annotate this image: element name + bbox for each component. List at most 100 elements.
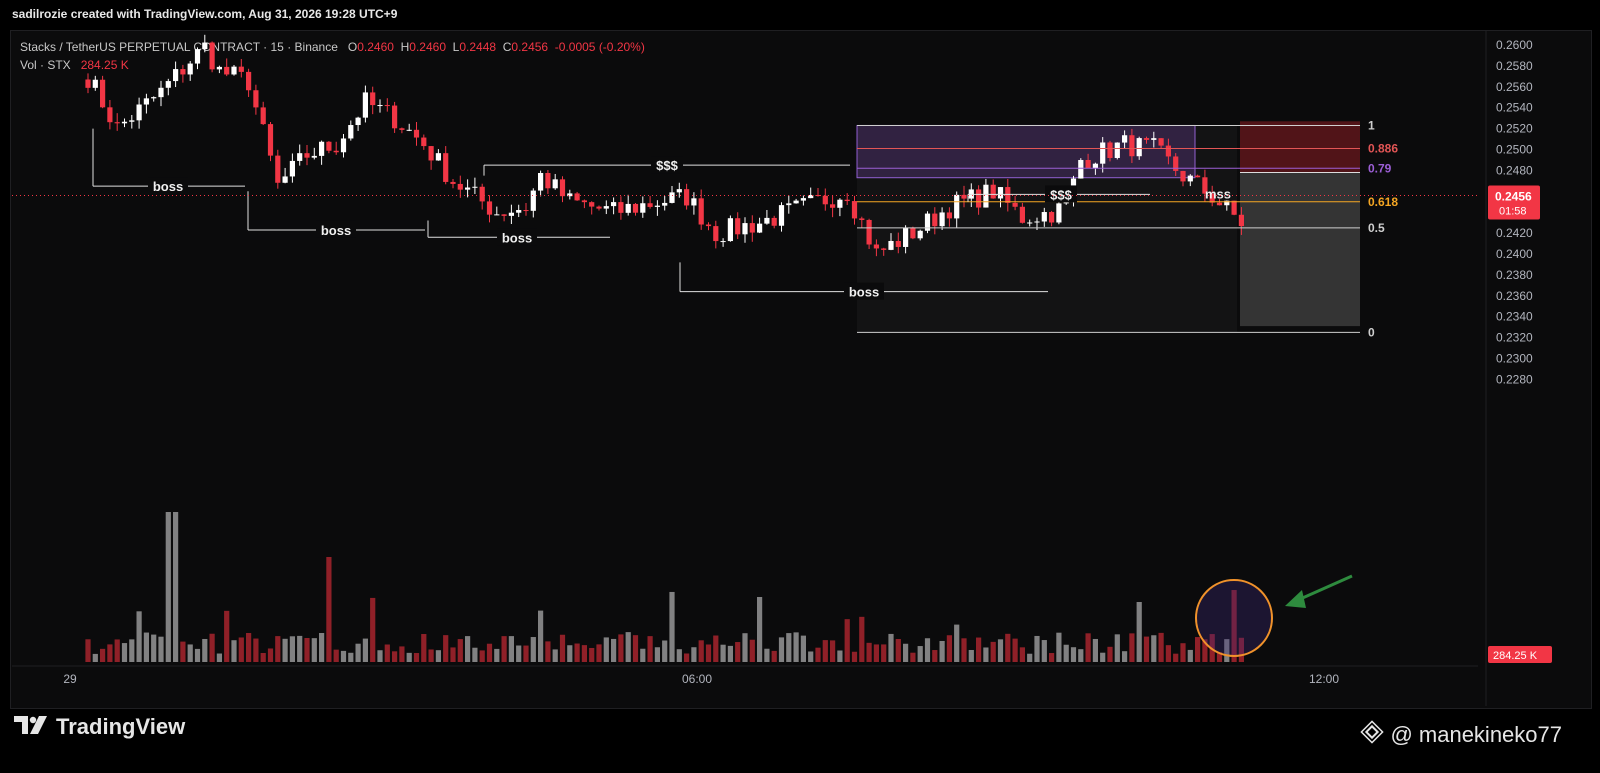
volume-bar [450,647,456,662]
volume-bar [501,636,507,662]
candle-body [1078,159,1084,179]
candle-body [158,87,164,98]
volume-bar [173,512,179,662]
candle-body [903,227,909,247]
volume-bar [1195,637,1201,662]
candle-body [501,214,507,216]
candle-body [1187,175,1193,182]
volume-bar [370,597,376,662]
volume-bar [946,635,952,662]
volume-bar [1005,633,1011,662]
volume-bar [618,634,624,662]
candle-body [917,230,923,239]
volume-bar [100,648,106,662]
candle-body [618,202,624,213]
candle-body [355,117,361,126]
binance-icon [1360,720,1385,750]
candle-body [552,179,558,189]
volume-bar [289,636,295,662]
volume-bar [1070,647,1077,662]
candle-body [749,223,755,233]
price-chart[interactable]: 1 0.886 0.79 0.618 0.5 0 boss boss boss $$$ boss $$… [0,0,1600,773]
candle-body [180,69,186,75]
candle-body [1122,135,1128,143]
volume-bar [997,639,1004,662]
candle-body [304,153,310,158]
candle-body [684,189,690,206]
candle-body [873,244,879,249]
volume-bar [151,634,157,662]
volume-bar [859,616,865,662]
candle-body [406,129,412,131]
fib-level-label: 0 [1368,325,1375,339]
volume-bar [486,643,493,662]
candle-body [143,98,149,105]
candle-body [691,198,697,206]
candle-body [771,217,777,226]
volume-bar [136,611,142,662]
candle-body [611,202,617,207]
volume-bar [596,644,602,662]
tradingview-logo[interactable]: TradingView [14,712,185,742]
arrow-shaft [1297,574,1353,602]
candle-body [698,198,704,225]
volume-bar [1129,633,1135,662]
candle-body [428,146,434,161]
candle-body [377,105,383,107]
candle-body [289,160,295,177]
volume-bar [764,648,770,662]
volume-bar [384,644,390,662]
volume-bar [742,633,748,662]
volume-bar [720,644,726,662]
volume-bar [494,648,500,662]
candle-body [311,155,317,158]
volume-bar [603,637,609,662]
volume-bar [530,637,536,662]
candle-body [735,218,741,235]
volume-bar [465,636,471,662]
candle-body [282,176,288,183]
candle-body [632,203,639,213]
fib-level-label: 0.886 [1368,141,1398,155]
candle-body [1165,145,1171,157]
volume-bar [757,597,763,662]
volume-bar [1100,652,1106,662]
candle-body [362,92,368,118]
volume-bar [698,640,704,662]
candle-body [129,120,135,122]
tradingview-brand: TradingView [56,714,186,739]
volume-bar [910,652,916,662]
volume-bar [216,653,222,662]
candle-body [224,66,230,75]
volume-bar [333,649,339,662]
volume-bar [246,632,252,662]
candle-body [1019,206,1025,223]
volume-bars [85,512,1244,662]
volume-bar [114,639,120,662]
volume-bar [611,638,617,662]
liquidity-label: $$$ [656,158,678,173]
candle-body [194,49,201,64]
volume-bar [1122,651,1128,662]
candle-body [705,224,712,227]
volume-bar [1085,633,1091,662]
candle-body [1136,138,1142,157]
volume-bar [107,644,113,662]
volume-bar [443,635,449,662]
y-axis-tick-label: 0.2600 [1496,38,1533,52]
volume-bar [428,649,434,662]
candle-body [1005,187,1011,203]
volume-bar [238,637,244,662]
y-axis-tick-label: 0.2340 [1496,310,1533,324]
candle-body [370,92,376,106]
candle-body [508,212,514,216]
candle-body [786,203,792,206]
volume-bar [1114,634,1120,662]
candle-body [202,42,208,50]
candle-body [662,202,668,206]
candle-body [574,193,580,201]
volume-bar [326,557,332,662]
volume-bar [1165,645,1171,662]
candle-body [297,153,303,161]
volume-bar [837,650,843,662]
